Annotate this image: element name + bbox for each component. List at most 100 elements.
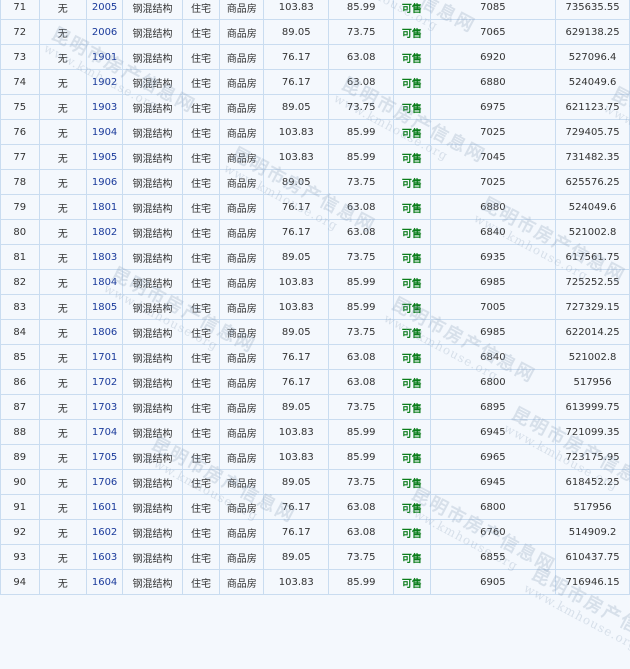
room-number-link[interactable]: 1904 <box>92 127 117 138</box>
housing-type-cell: 商品房 <box>219 469 265 495</box>
sale-status-cell: 可售 <box>393 394 431 420</box>
total-price-cell: 731482.35 <box>555 144 630 170</box>
room-number-link[interactable]: 1601 <box>92 502 117 513</box>
table-row: 79 无 1801 钢混结构 住宅 商品房 76.17 63.08 可售 6880 524049.6 <box>0 194 630 220</box>
sale-status-cell: 可售 <box>393 219 431 245</box>
structure-type-cell: 钢混结构 <box>122 119 183 145</box>
row-number-cell: 92 <box>0 519 40 545</box>
housing-type-cell: 商品房 <box>219 69 265 95</box>
unit-price-cell: 6935 <box>429 244 557 270</box>
floor-area-cell: 76.17 <box>263 344 330 370</box>
room-number-link-cell: 1803 <box>85 244 124 270</box>
housing-type-cell: 商品房 <box>219 194 265 220</box>
room-number-link-cell: 1604 <box>85 569 124 595</box>
room-number-link[interactable]: 1703 <box>92 402 117 413</box>
total-price-cell: 524049.6 <box>555 69 630 95</box>
row-number-cell: 74 <box>0 69 40 95</box>
room-number-link-cell: 1903 <box>85 94 124 120</box>
row-number-cell: 89 <box>0 444 40 470</box>
housing-type-cell: 商品房 <box>219 519 265 545</box>
total-price-cell: 521002.8 <box>555 219 630 245</box>
room-number-link[interactable]: 1803 <box>92 252 117 263</box>
unit-price-cell: 6840 <box>429 219 557 245</box>
room-number-link-cell: 1702 <box>85 369 124 395</box>
sale-status-cell: 可售 <box>393 169 431 195</box>
table-row: 84 无 1806 钢混结构 住宅 商品房 89.05 73.75 可售 6985 622014.2… <box>0 319 630 345</box>
row-number-cell: 83 <box>0 294 40 320</box>
room-number-link-cell: 1701 <box>85 344 124 370</box>
room-number-link[interactable]: 1705 <box>92 452 117 463</box>
room-number-link[interactable]: 1905 <box>92 152 117 163</box>
room-number-link[interactable]: 2005 <box>92 2 117 13</box>
floor-area-cell: 103.83 <box>263 569 330 595</box>
inner-area-cell: 85.99 <box>328 444 395 470</box>
floor-area-cell: 103.83 <box>263 294 330 320</box>
sale-status-cell: 可售 <box>393 69 431 95</box>
housing-type-cell: 商品房 <box>219 269 265 295</box>
room-number-link[interactable]: 1801 <box>92 202 117 213</box>
floor-area-cell: 76.17 <box>263 194 330 220</box>
room-number-link[interactable]: 1602 <box>92 527 117 538</box>
usage-type-cell: 住宅 <box>181 394 221 420</box>
floor-area-cell: 89.05 <box>263 94 330 120</box>
room-number-link[interactable]: 1902 <box>92 77 117 88</box>
usage-type-cell: 住宅 <box>181 319 221 345</box>
inner-area-cell: 63.08 <box>328 44 395 70</box>
structure-type-cell: 钢混结构 <box>122 419 183 445</box>
row-number-cell: 72 <box>0 19 40 45</box>
room-number-link[interactable]: 1702 <box>92 377 117 388</box>
room-number-link[interactable]: 1802 <box>92 227 117 238</box>
room-number-link[interactable]: 1906 <box>92 177 117 188</box>
floor-area-cell: 76.17 <box>263 519 330 545</box>
sale-status-cell: 可售 <box>393 369 431 395</box>
housing-type-cell: 商品房 <box>219 294 265 320</box>
total-price-cell: 629138.25 <box>555 19 630 45</box>
floor-area-cell: 76.17 <box>263 494 330 520</box>
usage-type-cell: 住宅 <box>181 444 221 470</box>
floor-area-cell: 89.05 <box>263 19 330 45</box>
inner-area-cell: 73.75 <box>328 394 395 420</box>
usage-type-cell: 住宅 <box>181 519 221 545</box>
inner-area-cell: 73.75 <box>328 469 395 495</box>
presale-flag-cell: 无 <box>38 44 87 70</box>
sale-status-cell: 可售 <box>393 444 431 470</box>
room-number-link[interactable]: 1701 <box>92 352 117 363</box>
structure-type-cell: 钢混结构 <box>122 269 183 295</box>
housing-type-cell: 商品房 <box>219 219 265 245</box>
table-row: 85 无 1701 钢混结构 住宅 商品房 76.17 63.08 可售 6840 521002.8 <box>0 344 630 370</box>
room-number-link[interactable]: 1903 <box>92 102 117 113</box>
room-number-link[interactable]: 1804 <box>92 277 117 288</box>
table-row: 72 无 2006 钢混结构 住宅 商品房 89.05 73.75 可售 7065 629138.2… <box>0 19 630 45</box>
unit-price-cell: 6880 <box>429 194 557 220</box>
room-number-link[interactable]: 1704 <box>92 427 117 438</box>
room-number-link[interactable]: 1805 <box>92 302 117 313</box>
room-number-link[interactable]: 1901 <box>92 52 117 63</box>
usage-type-cell: 住宅 <box>181 469 221 495</box>
table-row: 77 无 1905 钢混结构 住宅 商品房 103.83 85.99 可售 7045 731482.… <box>0 144 630 170</box>
room-number-link-cell: 2005 <box>85 0 124 20</box>
room-number-link[interactable]: 2006 <box>92 27 117 38</box>
presale-flag-cell: 无 <box>38 444 87 470</box>
room-number-link[interactable]: 1603 <box>92 552 117 563</box>
total-price-cell: 735635.55 <box>555 0 630 20</box>
housing-type-cell: 商品房 <box>219 394 265 420</box>
presale-flag-cell: 无 <box>38 569 87 595</box>
room-number-link[interactable]: 1706 <box>92 477 117 488</box>
unit-price-cell: 6760 <box>429 519 557 545</box>
room-number-link-cell: 1804 <box>85 269 124 295</box>
total-price-cell: 613999.75 <box>555 394 630 420</box>
housing-type-cell: 商品房 <box>219 544 265 570</box>
structure-type-cell: 钢混结构 <box>122 469 183 495</box>
sale-status-cell: 可售 <box>393 19 431 45</box>
total-price-cell: 521002.8 <box>555 344 630 370</box>
room-number-link[interactable]: 1604 <box>92 577 117 588</box>
inner-area-cell: 73.75 <box>328 319 395 345</box>
total-price-cell: 723175.95 <box>555 444 630 470</box>
room-number-link-cell: 1704 <box>85 419 124 445</box>
row-number-cell: 88 <box>0 419 40 445</box>
room-number-link[interactable]: 1806 <box>92 327 117 338</box>
structure-type-cell: 钢混结构 <box>122 294 183 320</box>
floor-area-cell: 76.17 <box>263 69 330 95</box>
usage-type-cell: 住宅 <box>181 94 221 120</box>
room-number-link-cell: 1703 <box>85 394 124 420</box>
